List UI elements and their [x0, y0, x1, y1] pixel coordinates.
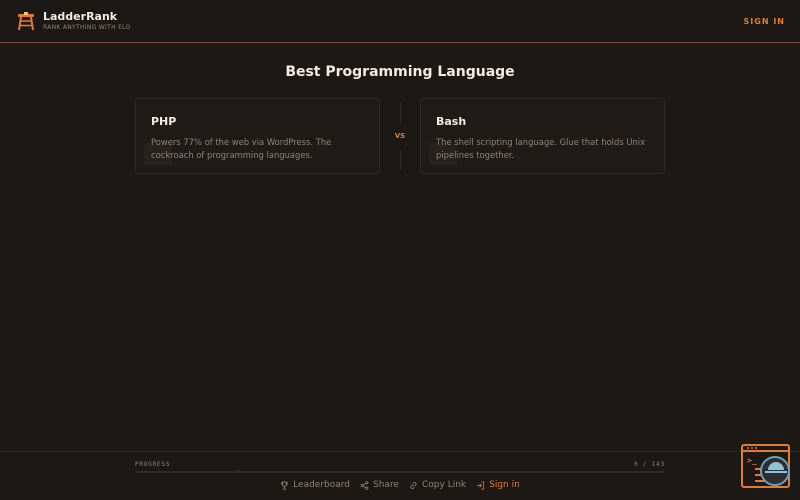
terminal-prompt-icon: >_ [747, 456, 757, 465]
progress-bar [135, 471, 665, 473]
option-description: Powers 77% of the web via WordPress. The… [151, 137, 332, 160]
copy-link-button[interactable]: Copy Link [409, 480, 466, 490]
share-label: Share [373, 480, 399, 490]
share-link[interactable]: Share [360, 480, 399, 490]
ladder-logo-icon [18, 12, 34, 31]
progress-marker [238, 469, 239, 473]
titlebar-dot [747, 447, 749, 449]
titlebar-dot [751, 447, 753, 449]
option-card-left[interactable]: PHP Powers 77% of the web via WordPress.… [135, 98, 380, 174]
progress-count: 0 / 143 [634, 461, 665, 468]
terminal-titlebar [743, 446, 788, 452]
option-description: The shell scripting language. Glue that … [436, 137, 646, 160]
option-name: PHP [151, 115, 177, 128]
app-tagline: RANK ANYTHING WITH ELO [43, 24, 131, 31]
matchup-title: Best Programming Language [285, 64, 515, 80]
leaderboard-label: Leaderboard [293, 480, 351, 490]
footer-links: Leaderboard Share Copy Link Sign in [0, 480, 800, 490]
titlebar-dot [755, 447, 757, 449]
option-name: Bash [436, 115, 467, 128]
sign-in-label: Sign in [489, 480, 520, 490]
footer: PROGRESS 0 / 143 Leaderboard Share Copy … [0, 451, 800, 500]
brand[interactable]: LadderRank RANK ANYTHING WITH ELO [43, 11, 131, 31]
progress-label: PROGRESS [135, 461, 171, 468]
share-icon [360, 480, 369, 490]
option-card-right[interactable]: Bash The shell scripting language. Glue … [420, 98, 665, 174]
vs-label: VS [394, 132, 406, 140]
assistant-avatar-icon [768, 462, 784, 470]
app-header: LadderRank RANK ANYTHING WITH ELO SIGN I… [0, 0, 800, 43]
link-icon [410, 481, 417, 489]
copy-link-label: Copy Link [422, 480, 467, 490]
leaderboard-link[interactable]: Leaderboard [280, 480, 350, 490]
sign-in-button[interactable]: SIGN IN [744, 17, 785, 26]
assistant-avatar-line [765, 471, 787, 473]
app-name: LadderRank [43, 10, 118, 23]
footer-sign-in-link[interactable]: Sign in [476, 480, 520, 490]
trophy-icon [281, 480, 289, 490]
divider-top [400, 103, 401, 123]
assistant-avatar-button[interactable] [760, 456, 790, 486]
sign-in-icon [477, 480, 485, 490]
divider-bottom [400, 150, 401, 170]
